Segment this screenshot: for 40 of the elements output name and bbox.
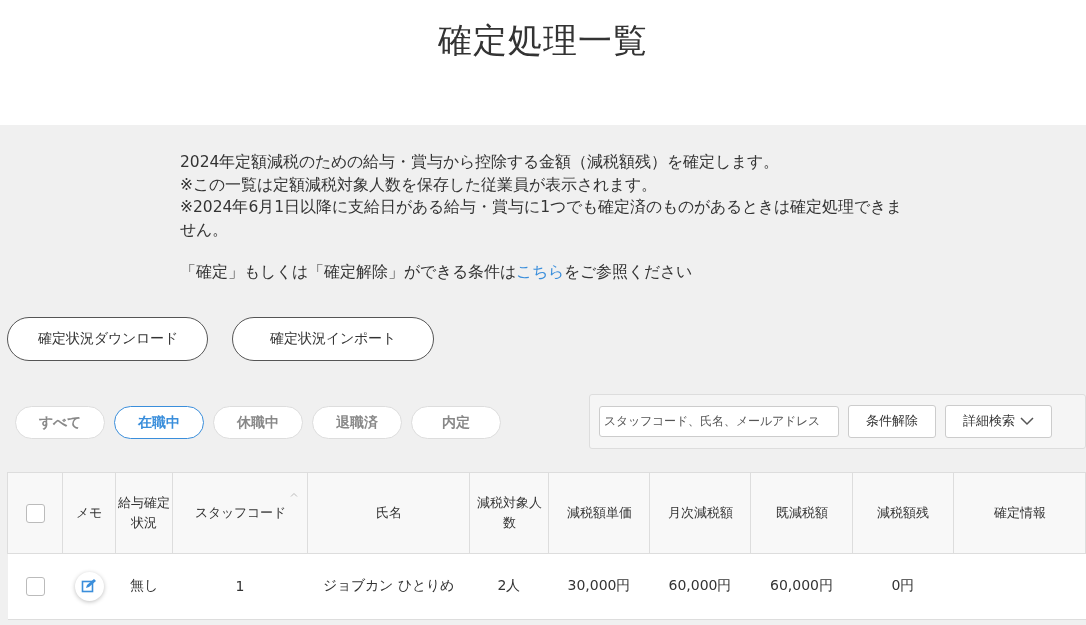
row-checkbox[interactable] — [25, 576, 45, 596]
table-cell: 60,000円 — [668, 577, 732, 593]
filter-tab[interactable]: 在職中 — [114, 406, 204, 439]
table-cell: 2人 — [497, 577, 521, 593]
page-title: 確定処理一覧 — [438, 19, 648, 62]
column-header: 減税額残 — [877, 504, 929, 520]
filter-tab[interactable]: 退職済 — [312, 406, 402, 439]
table-cell: 無し — [130, 577, 158, 593]
search-field[interactable]: スタッフコード、氏名、メールアドレス — [599, 405, 839, 437]
column-header: 月次減税額 — [667, 504, 733, 520]
memo-button[interactable] — [74, 571, 104, 601]
advanced-search-button[interactable]: 詳細検索 — [945, 404, 1052, 438]
chevron-down-icon — [1020, 416, 1034, 426]
column-header: 氏名 — [375, 504, 402, 520]
column-header: メモ — [76, 504, 102, 520]
column-header: 給与確定状況 — [118, 494, 170, 530]
table-cell: 60,000円 — [770, 577, 833, 593]
table-cell: 0円 — [891, 577, 915, 593]
table-cell: 1 — [235, 578, 245, 594]
column-header: 減税対象人数 — [476, 494, 542, 530]
column-header: 既減税額 — [775, 504, 828, 520]
action-button[interactable]: 確定状況インポート — [232, 316, 434, 361]
select-all-checkbox[interactable] — [25, 503, 45, 523]
table-cell: ジョブカン ひとりめ — [323, 577, 454, 593]
note-text: ※この一覧は定額減税対象人数を保存した従業員が表示されます。 — [180, 174, 658, 196]
conditions-note: 「確定」もしくは「確定解除」ができる条件はこちら をご参照ください — [180, 262, 693, 283]
clear-button[interactable]: 条件解除 — [848, 404, 936, 438]
sort-icon[interactable] — [290, 491, 298, 497]
filter-tab[interactable]: 休職中 — [213, 406, 303, 439]
table-cell: 30,000円 — [567, 577, 631, 593]
note-text: 2024年定額減税のための給与・賞与から控除する金額（減税額残）を確定します。 — [180, 152, 781, 173]
filter-tab[interactable]: 内定 — [411, 406, 501, 439]
filter-tab[interactable]: すべて — [15, 406, 105, 439]
action-button[interactable]: 確定状況ダウンロード — [7, 316, 208, 361]
column-header: 減税額単価 — [566, 504, 632, 520]
note-text: ※2024年6月1日以降に支給日がある給与・賞与に1つでも確定済のものがあるときは確定処理できません。 — [180, 197, 904, 241]
edit-note-icon — [81, 578, 97, 594]
column-header: スタッフコード — [194, 504, 286, 520]
conditions-link[interactable]: こちら — [516, 263, 564, 281]
column-header: 確定情報 — [993, 504, 1046, 520]
